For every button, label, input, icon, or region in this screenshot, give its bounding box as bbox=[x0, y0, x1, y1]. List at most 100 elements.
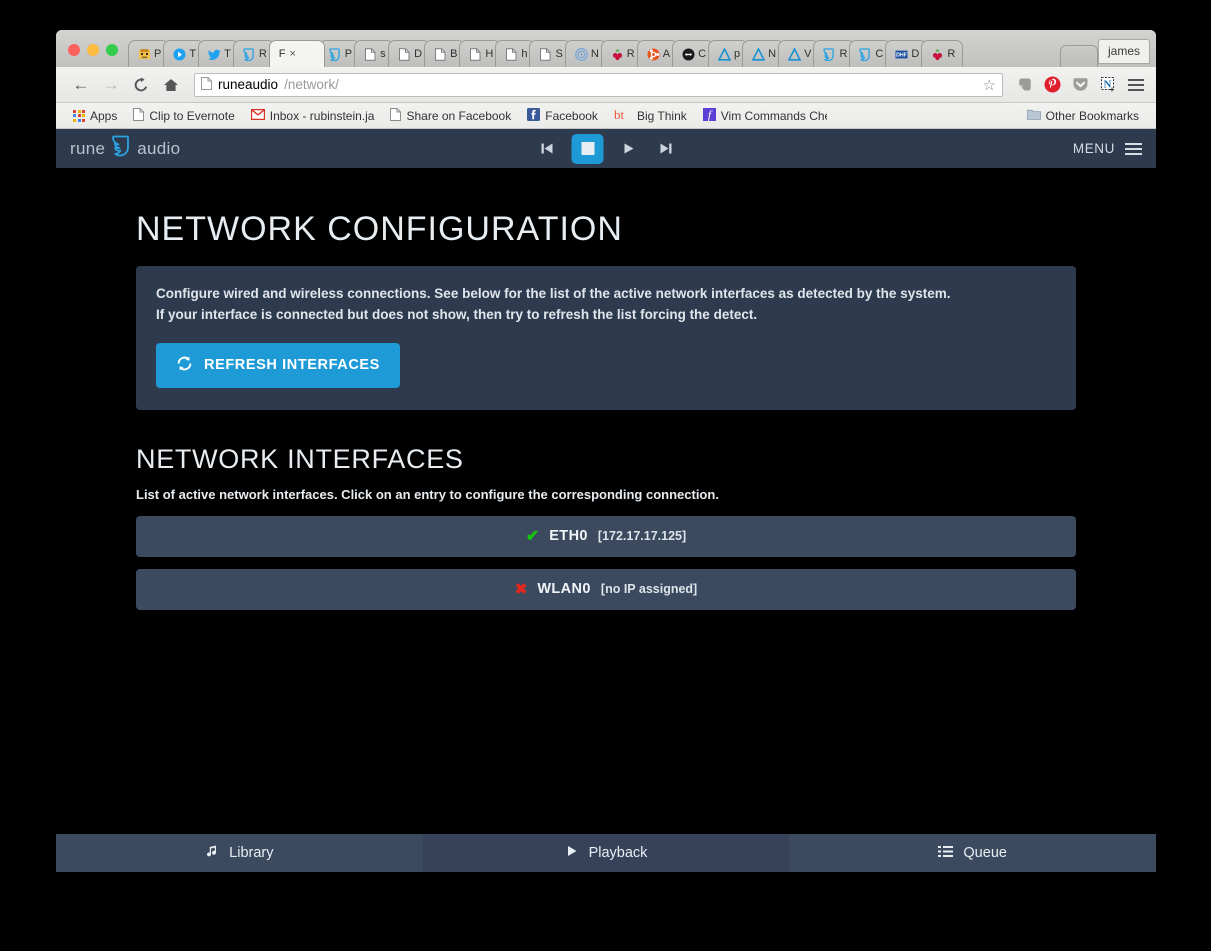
rune-icon bbox=[859, 47, 872, 61]
tab-title: V bbox=[804, 48, 812, 60]
url-host: runeaudio bbox=[218, 77, 279, 92]
bottom-nav-label: Playback bbox=[588, 845, 648, 861]
refresh-interfaces-label: REFRESH INTERFACES bbox=[204, 357, 380, 374]
tab-title: P bbox=[154, 48, 162, 60]
circle-info-icon bbox=[682, 48, 695, 61]
logo-text-audio: audio bbox=[137, 138, 181, 158]
tab-title: B bbox=[450, 48, 458, 60]
menu-button[interactable]: MENU bbox=[1073, 141, 1142, 156]
player-controls bbox=[535, 133, 678, 164]
cross-icon: ✖ bbox=[514, 581, 528, 599]
profile-chip[interactable]: james bbox=[1097, 39, 1150, 64]
minecraft-icon bbox=[138, 48, 151, 61]
pinterest-icon[interactable] bbox=[1043, 75, 1062, 94]
tab-title: P bbox=[344, 48, 353, 60]
other-bookmarks-item[interactable]: Other Bookmarks bbox=[1019, 106, 1147, 125]
window-controls bbox=[64, 44, 128, 67]
back-button[interactable]: ← bbox=[66, 71, 96, 99]
bookmarks-bar: Apps Clip to Evernote Inbox - rubinstein.j… bbox=[56, 103, 1156, 129]
evernote-clipper-icon[interactable]: N bbox=[1099, 75, 1118, 94]
bookmark-label: Vim Commands Che bbox=[720, 108, 827, 123]
address-bar[interactable]: runeaudio/network/ ☆ bbox=[194, 72, 1003, 97]
bigthink-icon: bt bbox=[614, 107, 632, 124]
evernote-icon[interactable] bbox=[1015, 75, 1034, 94]
tab-title: N bbox=[590, 48, 599, 60]
bookmark-item[interactable]: Apps bbox=[65, 107, 125, 125]
bottom-nav: Library Playback Queue bbox=[56, 834, 1156, 872]
tab-title: D bbox=[911, 48, 920, 60]
interface-name: ETH0 bbox=[549, 528, 588, 545]
close-icon[interactable]: × bbox=[290, 48, 296, 60]
bookmark-item[interactable]: Inbox - rubinstein.ja bbox=[243, 107, 383, 125]
home-button[interactable] bbox=[156, 71, 186, 99]
bookmark-label: Clip to Evernote bbox=[149, 108, 235, 123]
rune-logo-mark-icon bbox=[111, 135, 131, 162]
bookmark-item[interactable]: bt Big Think bbox=[606, 106, 695, 126]
intro-line-2: If your interface is connected but does … bbox=[156, 306, 758, 322]
prev-track-icon[interactable] bbox=[535, 137, 559, 161]
arch-icon bbox=[787, 46, 802, 61]
page-title: NETWORK CONFIGURATION bbox=[136, 210, 623, 248]
close-window-button[interactable] bbox=[68, 44, 80, 56]
forward-button[interactable]: → bbox=[96, 71, 126, 99]
stop-button[interactable] bbox=[571, 133, 604, 164]
minimize-window-button[interactable] bbox=[87, 44, 99, 56]
app-body: NETWORK CONFIGURATION Configure wired an… bbox=[56, 168, 1156, 610]
network-interface-row[interactable]: ✖ WLAN0 [no IP assigned] bbox=[136, 568, 1076, 610]
gmail-icon bbox=[250, 108, 265, 123]
bookmark-label: Share on Facebook bbox=[406, 108, 512, 123]
interface-address: [172.17.17.125] bbox=[597, 529, 687, 544]
reload-button[interactable] bbox=[126, 71, 156, 99]
browser-tab[interactable]: R bbox=[921, 40, 964, 67]
hamburger-icon bbox=[1125, 142, 1142, 155]
extension-icons: N bbox=[1011, 75, 1146, 94]
bottom-nav-item-library[interactable]: Library bbox=[56, 834, 423, 872]
interface-address: [no IP assigned] bbox=[600, 582, 698, 597]
bookmark-label: Apps bbox=[90, 108, 118, 123]
page-icon bbox=[201, 76, 212, 93]
tab-title: T bbox=[224, 48, 231, 60]
bookmark-label: Facebook bbox=[545, 108, 598, 123]
maximize-window-button[interactable] bbox=[106, 44, 118, 56]
bookmark-item[interactable]: f Vim Commands Che bbox=[695, 106, 827, 126]
page-icon bbox=[133, 107, 145, 124]
menu-label: MENU bbox=[1072, 141, 1115, 156]
new-tab-button[interactable] bbox=[1059, 45, 1098, 67]
browser-toolbar: ← → runeaudio/network/ ☆ N bbox=[56, 67, 1156, 103]
tab-title: C bbox=[698, 48, 707, 60]
tab-title: C bbox=[875, 48, 884, 60]
next-track-icon[interactable] bbox=[654, 137, 678, 161]
tab-title: R bbox=[626, 48, 635, 60]
bookmark-item[interactable]: Facebook bbox=[519, 106, 606, 126]
bookmark-label: Inbox - rubinstein.ja bbox=[269, 108, 375, 123]
network-interface-row[interactable]: ✔ ETH0 [172.17.17.125] bbox=[136, 515, 1076, 557]
interfaces-section-subtitle: List of active network interfaces. Click… bbox=[136, 486, 719, 502]
tab-title: h bbox=[521, 48, 528, 60]
ubuntu-icon bbox=[647, 48, 660, 61]
page-icon bbox=[390, 107, 402, 124]
play-button[interactable] bbox=[617, 137, 641, 161]
bottom-nav-item-playback[interactable]: Playback bbox=[422, 834, 790, 872]
arch-icon bbox=[717, 46, 732, 61]
bookmark-item[interactable]: Share on Facebook bbox=[382, 106, 519, 126]
bookmark-star-icon[interactable]: ☆ bbox=[983, 76, 996, 94]
browser-tab[interactable]: F × bbox=[268, 40, 325, 67]
play-icon bbox=[565, 844, 579, 862]
bookmark-label: Big Think bbox=[636, 108, 687, 123]
runeaudio-logo[interactable]: rune audio bbox=[70, 135, 180, 162]
apps-grid-icon bbox=[73, 109, 85, 122]
pocket-icon[interactable] bbox=[1071, 75, 1090, 94]
bottom-nav-label: Library bbox=[229, 845, 274, 861]
bottom-nav-label: Queue bbox=[963, 845, 1007, 861]
page-icon bbox=[364, 47, 377, 61]
folder-icon bbox=[1026, 108, 1041, 123]
target-icon bbox=[574, 47, 588, 61]
bookmark-item[interactable]: Clip to Evernote bbox=[125, 106, 242, 126]
play-circle-icon bbox=[173, 48, 186, 61]
interfaces-section-title: NETWORK INTERFACES bbox=[136, 443, 464, 474]
refresh-icon bbox=[176, 355, 193, 376]
refresh-interfaces-button[interactable]: REFRESH INTERFACES bbox=[156, 342, 400, 388]
chrome-menu-icon[interactable] bbox=[1127, 75, 1146, 94]
bottom-nav-item-queue[interactable]: Queue bbox=[789, 834, 1156, 872]
intro-line-1: Configure wired and wireless connections… bbox=[156, 286, 951, 301]
